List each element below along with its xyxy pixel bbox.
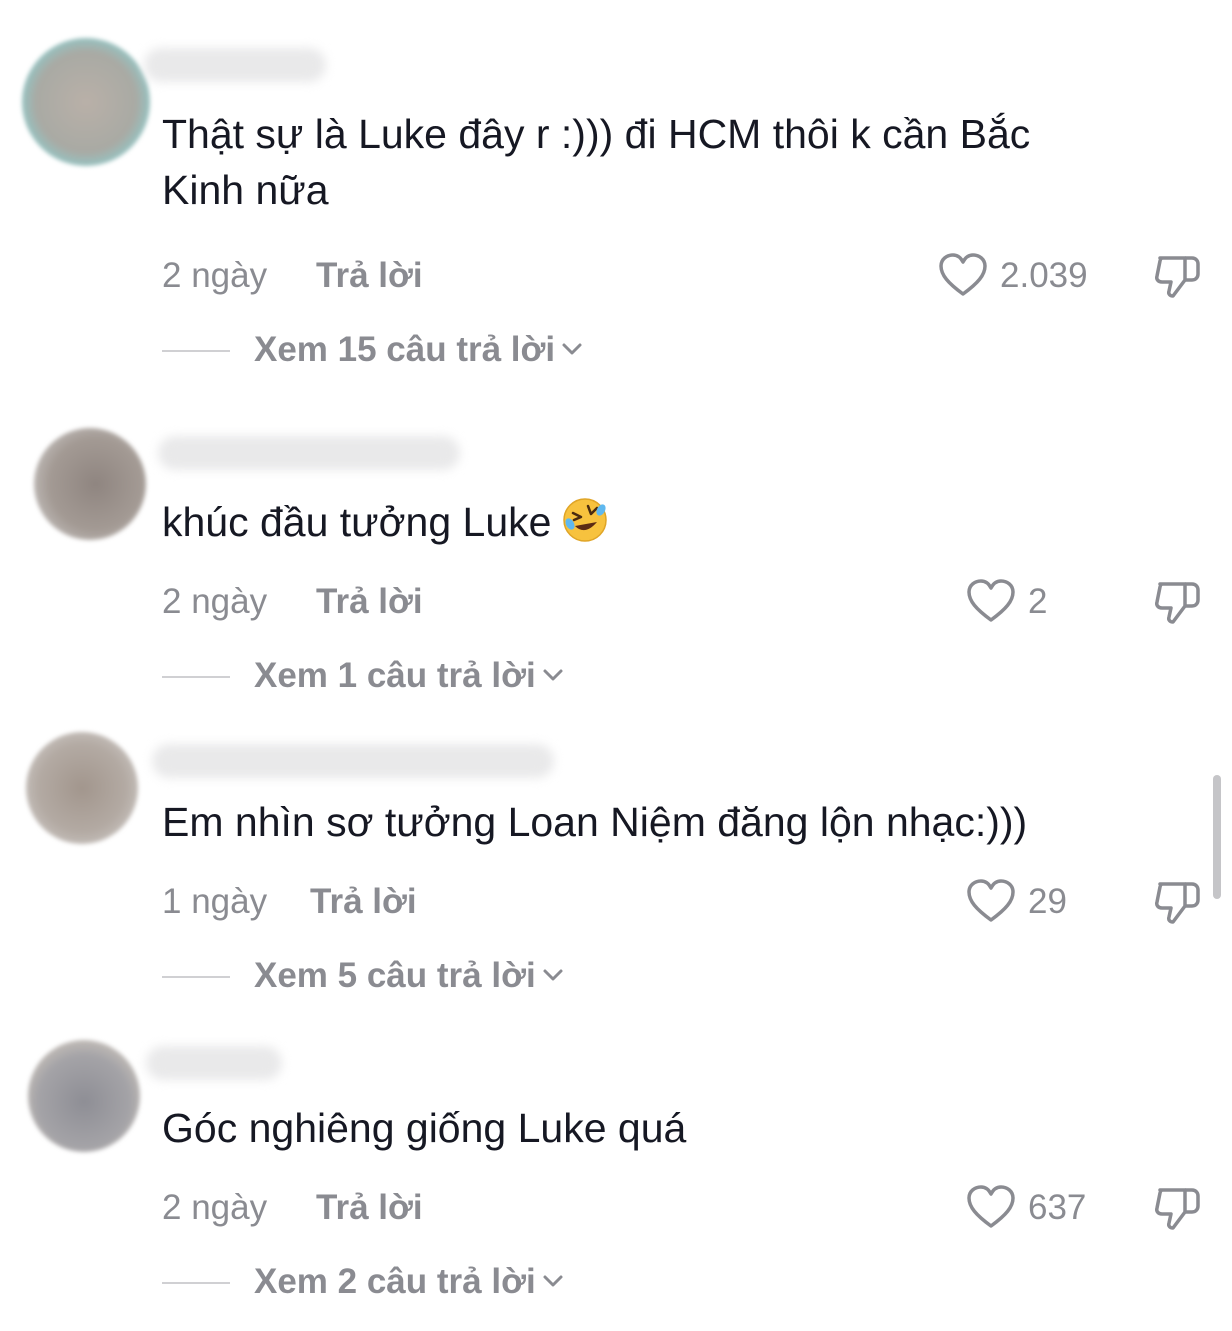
heart-outline-icon: [939, 253, 987, 296]
reply-button[interactable]: Trả lời: [316, 254, 423, 298]
comment-time: 1 ngày: [162, 882, 268, 921]
divider: [162, 976, 230, 978]
heart-outline-icon: [967, 879, 1015, 922]
thumbs-down-outline-icon[interactable]: [1152, 252, 1202, 300]
comment-meta: 2 ngày Trả lời 2.039: [162, 252, 1202, 300]
chevron-down-icon: [543, 969, 563, 981]
like-button[interactable]: 2: [966, 579, 1086, 624]
comment-meta: 2 ngày Trả lời 637: [162, 1184, 1202, 1232]
avatar[interactable]: [22, 38, 150, 166]
avatar[interactable]: [26, 732, 138, 844]
like-count: 29: [1028, 882, 1067, 921]
like-count: 2.039: [1000, 256, 1088, 295]
comment-text: Góc nghiêng giống Luke quá: [162, 1105, 687, 1151]
rolling-on-floor-laughing-icon: [563, 498, 608, 542]
username-redacted[interactable]: [152, 744, 554, 778]
scrollbar[interactable]: [1213, 775, 1221, 899]
like-button[interactable]: 29: [966, 879, 1106, 924]
chevron-down-icon: [543, 1275, 563, 1287]
heart-outline-icon: [967, 1185, 1015, 1228]
thumbs-down-outline-icon[interactable]: [1152, 1184, 1202, 1232]
comment-text: khúc đầu tưởng Luke: [162, 494, 1122, 550]
view-replies-button[interactable]: Xem 5 câu trả lời: [162, 954, 662, 998]
avatar[interactable]: [34, 428, 146, 540]
thumbs-down-outline-icon[interactable]: [1152, 578, 1202, 626]
divider: [162, 1282, 230, 1284]
heart-outline-icon: [967, 579, 1015, 622]
view-replies-button[interactable]: Xem 1 câu trả lời: [162, 654, 662, 698]
reply-button[interactable]: Trả lời: [310, 880, 417, 924]
comment-meta: 1 ngày Trả lời 29: [162, 878, 1202, 926]
username-redacted[interactable]: [146, 1046, 282, 1080]
reply-button[interactable]: Trả lời: [316, 580, 423, 624]
view-replies-label: Xem 2 câu trả lời: [254, 1262, 536, 1301]
comment-time: 2 ngày: [162, 582, 268, 621]
chevron-down-icon: [562, 343, 582, 355]
comment-meta: 2 ngày Trả lời 2: [162, 578, 1202, 626]
view-replies-label: Xem 1 câu trả lời: [254, 656, 536, 695]
comment-text: Em nhìn sơ tưởng Loan Niệm đăng lộn nhạc…: [162, 799, 1028, 845]
reply-button[interactable]: Trả lời: [316, 1186, 423, 1230]
comments-panel: Thật sự là Luke đây r :))) đi HCM thôi k…: [0, 0, 1232, 1331]
divider: [162, 676, 230, 678]
comment-text-content: khúc đầu tưởng Luke: [162, 499, 552, 545]
like-button[interactable]: 2.039: [938, 253, 1108, 298]
like-count: 2: [1028, 582, 1048, 621]
comment-text: Thật sự là Luke đây r :))) đi HCM thôi k…: [162, 111, 1031, 213]
comment-time: 2 ngày: [162, 1188, 268, 1227]
like-button[interactable]: 637: [966, 1185, 1106, 1230]
username-redacted[interactable]: [144, 48, 326, 82]
avatar[interactable]: [28, 1040, 140, 1152]
view-replies-label: Xem 15 câu trả lời: [254, 330, 556, 369]
view-replies-button[interactable]: Xem 2 câu trả lời: [162, 1260, 662, 1304]
thumbs-down-outline-icon[interactable]: [1152, 878, 1202, 926]
chevron-down-icon: [543, 669, 563, 681]
comment-time: 2 ngày: [162, 256, 268, 295]
like-count: 637: [1028, 1188, 1087, 1227]
username-redacted[interactable]: [158, 436, 460, 470]
divider: [162, 350, 230, 352]
view-replies-button[interactable]: Xem 15 câu trả lời: [162, 328, 662, 372]
view-replies-label: Xem 5 câu trả lời: [254, 956, 536, 995]
